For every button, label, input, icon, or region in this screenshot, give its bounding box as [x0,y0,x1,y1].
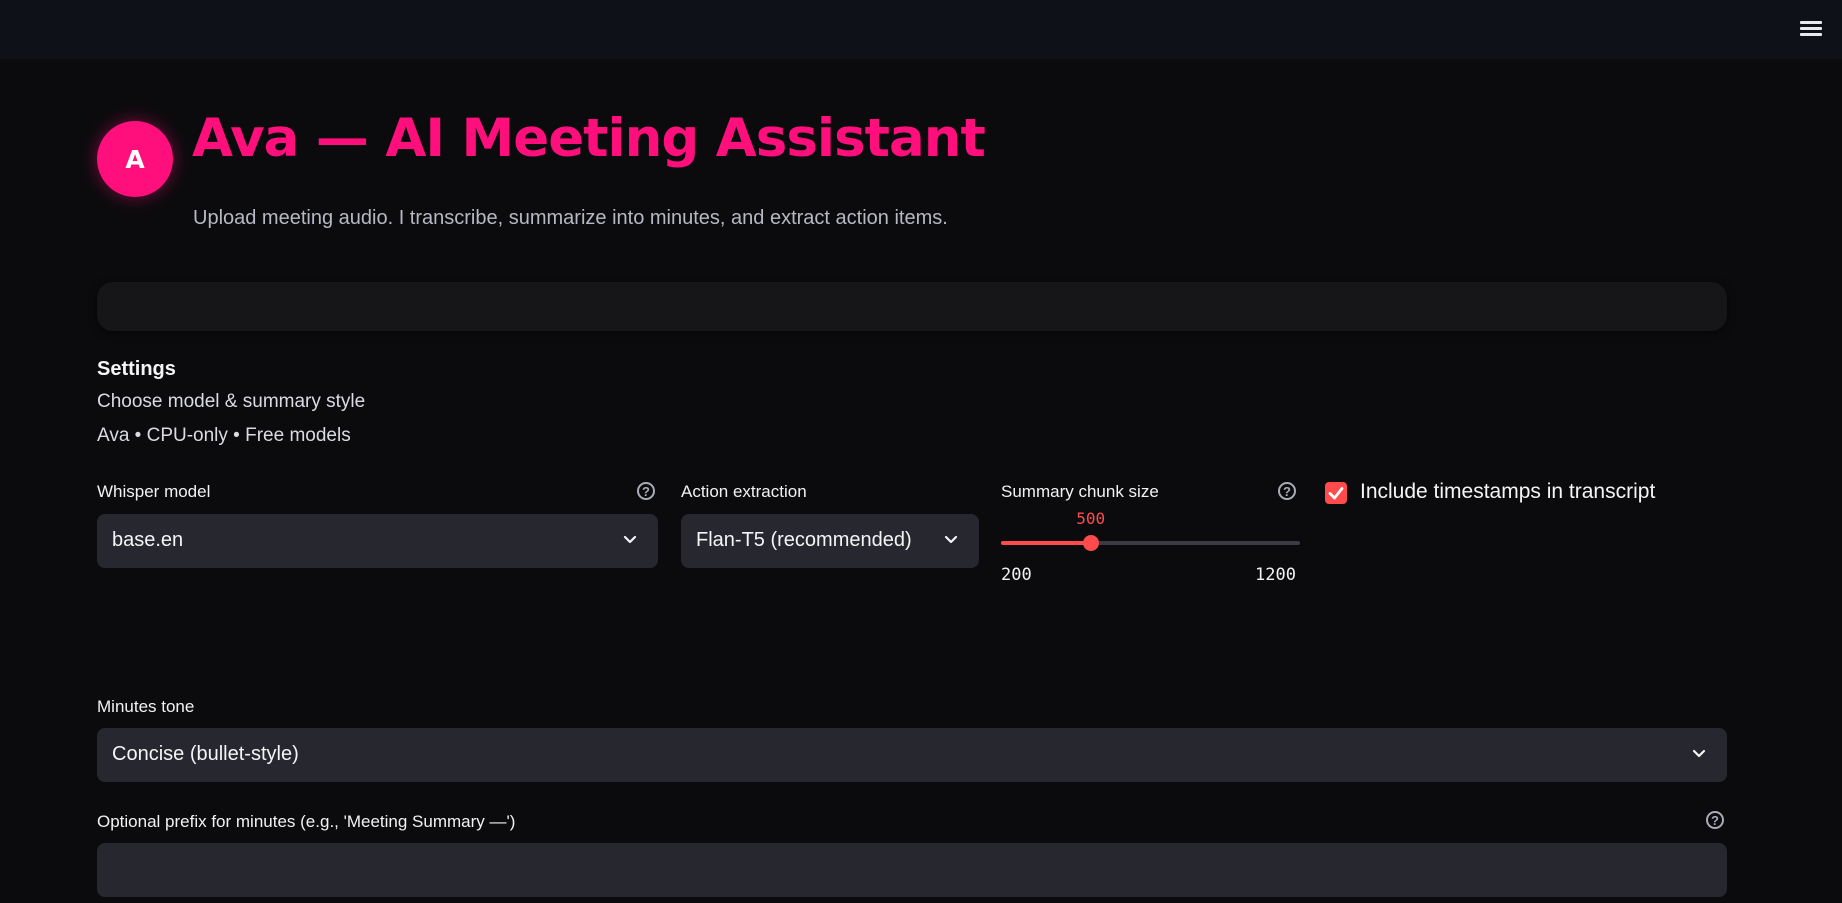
settings-heading: Settings [97,358,176,380]
chunk-size-slider-thumb[interactable] [1082,535,1099,551]
chunk-size-label: Summary chunk size [1001,482,1159,501]
page-subtitle: Upload meeting audio. I transcribe, summ… [193,207,948,229]
minutes-tone-select[interactable]: Concise (bullet-style) [97,728,1727,782]
chunk-size-max: 1200 [1255,565,1296,585]
settings-caption-model: Choose model & summary style [97,391,366,412]
hamburger-menu-icon[interactable] [1798,18,1824,42]
chunk-size-value: 500 [1076,509,1106,528]
timestamps-label[interactable]: Include timestamps in transcript [1360,480,1655,504]
chunk-size-min: 200 [1001,565,1032,585]
ava-avatar: A [97,121,173,197]
settings-caption-info: Ava • CPU-only • Free models [97,425,351,446]
page-title: Ava — AI Meeting Assistant [192,108,986,169]
chevron-down-icon [944,535,958,544]
whisper-model-value: base.en [112,529,184,551]
chevron-down-icon [623,535,637,544]
chevron-down-icon [1692,749,1706,758]
upload-container[interactable] [97,282,1727,331]
chunk-size-slider-fill [1001,541,1091,545]
chunk-size-help-icon[interactable]: ? [1278,482,1296,500]
checkmark-icon [1328,487,1344,500]
prefix-help-icon[interactable]: ? [1706,811,1724,829]
minutes-tone-value: Concise (bullet-style) [112,743,299,765]
whisper-model-help-icon[interactable]: ? [637,482,655,500]
whisper-model-label: Whisper model [97,482,211,501]
action-extraction-value: Flan-T5 (recommended) [696,529,912,551]
prefix-input[interactable] [97,843,1727,897]
minutes-tone-label: Minutes tone [97,697,195,716]
prefix-label: Optional prefix for minutes (e.g., 'Meet… [97,812,516,831]
chunk-size-slider[interactable]: 500 [1001,509,1300,551]
action-extraction-select[interactable]: Flan-T5 (recommended) [681,514,979,568]
action-extraction-label: Action extraction [681,482,807,501]
top-header-bar [0,0,1842,59]
whisper-model-select[interactable]: base.en [97,514,658,568]
timestamps-checkbox[interactable] [1325,482,1347,504]
